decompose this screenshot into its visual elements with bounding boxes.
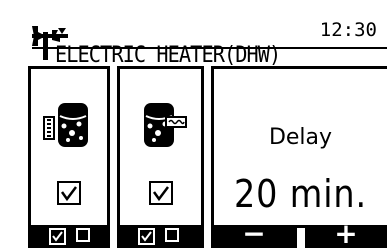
softkey-f2[interactable] (117, 225, 204, 248)
header-divider (32, 47, 387, 49)
softkey-bar: − + (28, 220, 387, 248)
decrease-button[interactable]: − (211, 220, 297, 248)
delay-panel: Delay 20 min. (211, 66, 387, 228)
clock-time: 12:30 (319, 19, 377, 41)
unchecked-box-icon (76, 228, 90, 242)
water-tank-heater-icon (43, 103, 88, 147)
unchecked-box-icon (165, 228, 179, 242)
minus-icon: − (242, 217, 266, 250)
softkey-f1[interactable] (28, 225, 110, 248)
heater-panel-1[interactable] (28, 66, 110, 228)
checked-box-icon (49, 228, 66, 245)
booster-heater-icon (143, 103, 187, 147)
checked-box-icon (138, 228, 155, 245)
heater-1-checkbox[interactable] (56, 180, 82, 206)
delay-value: 20 min. (233, 172, 368, 216)
heater-2-checkbox[interactable] (148, 180, 174, 206)
plus-icon: + (334, 217, 358, 250)
delay-label: Delay (268, 125, 333, 150)
increase-button[interactable]: + (305, 220, 387, 248)
controller-screen: 12:30 ELECTRIC HEATER(DHW) Delay 20 min.… (0, 0, 387, 248)
heater-panel-2[interactable] (117, 66, 204, 228)
